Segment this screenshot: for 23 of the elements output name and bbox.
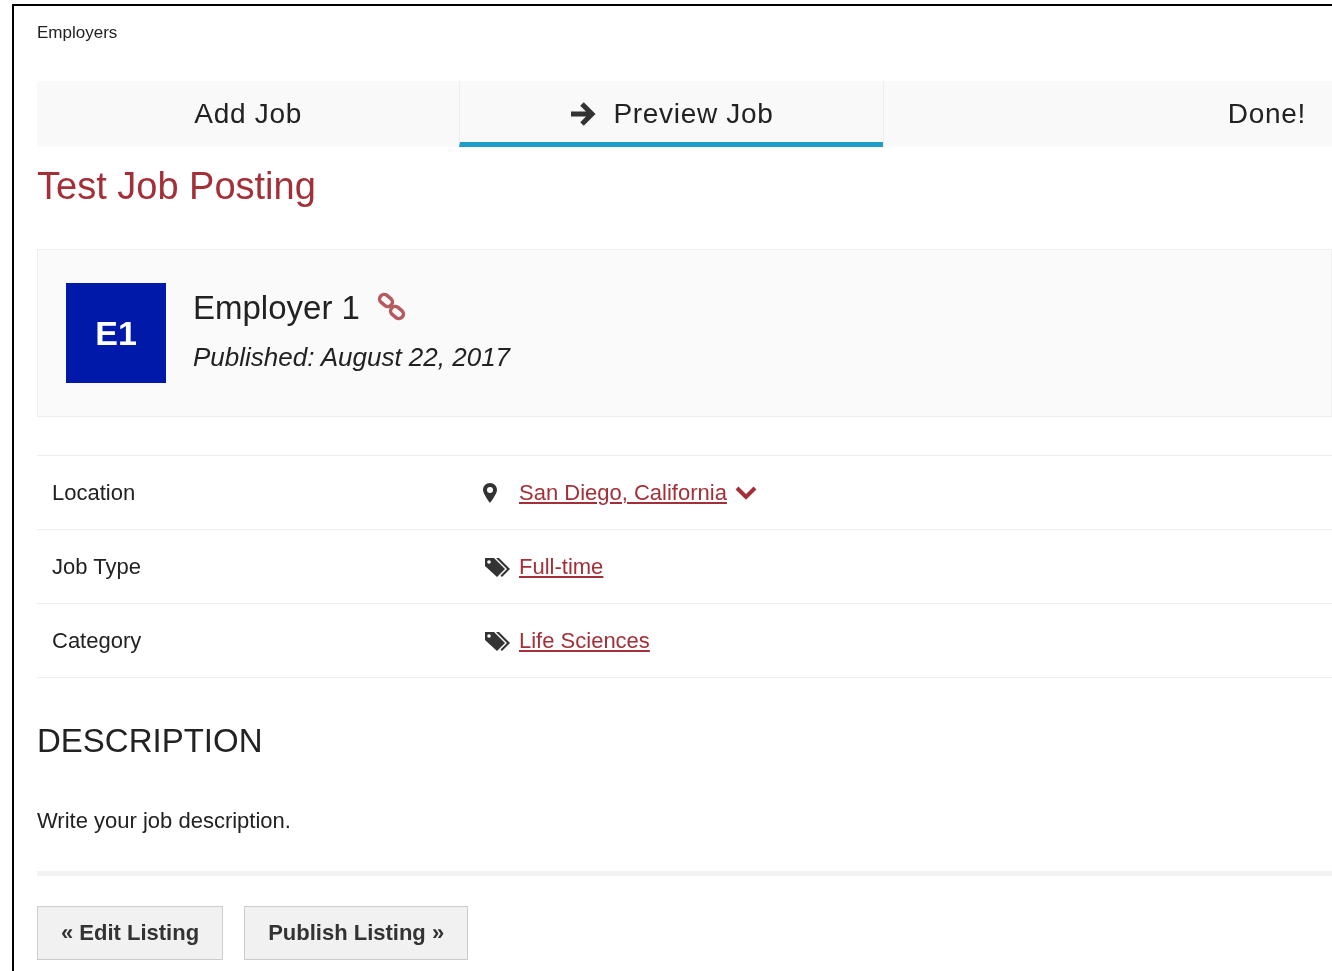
- employer-logo: E1: [66, 283, 166, 383]
- step-tab[interactable]: Add Job: [37, 81, 460, 147]
- detail-label: Job Type: [51, 553, 142, 581]
- chevron-down-icon[interactable]: [734, 485, 757, 500]
- map-pin-icon: [483, 482, 497, 503]
- breadcrumb[interactable]: Employers: [37, 22, 118, 44]
- publish-listing-button[interactable]: Publish Listing »: [244, 905, 469, 960]
- detail-label: Location: [51, 479, 137, 507]
- step-tab[interactable]: Preview Job: [459, 81, 883, 147]
- detail-link[interactable]: San Diego, California: [519, 476, 727, 509]
- employer-name: Employer 1: [193, 287, 360, 328]
- edit-listing-button[interactable]: « Edit Listing: [37, 905, 224, 960]
- section-heading: DESCRIPTION: [37, 721, 263, 761]
- detail-label: Category: [51, 627, 143, 655]
- published-date: Published: August 22, 2017: [193, 341, 511, 375]
- arrow-right-icon: [569, 101, 598, 127]
- tags-icon: [483, 629, 511, 652]
- page-title: Test Job Posting: [37, 164, 316, 209]
- step-tab[interactable]: Done!: [882, 81, 1332, 147]
- detail-link[interactable]: Full-time: [519, 550, 604, 583]
- detail-link[interactable]: Life Sciences: [519, 624, 650, 657]
- description-text: Write your job description.: [37, 806, 291, 835]
- tags-icon: [483, 555, 511, 578]
